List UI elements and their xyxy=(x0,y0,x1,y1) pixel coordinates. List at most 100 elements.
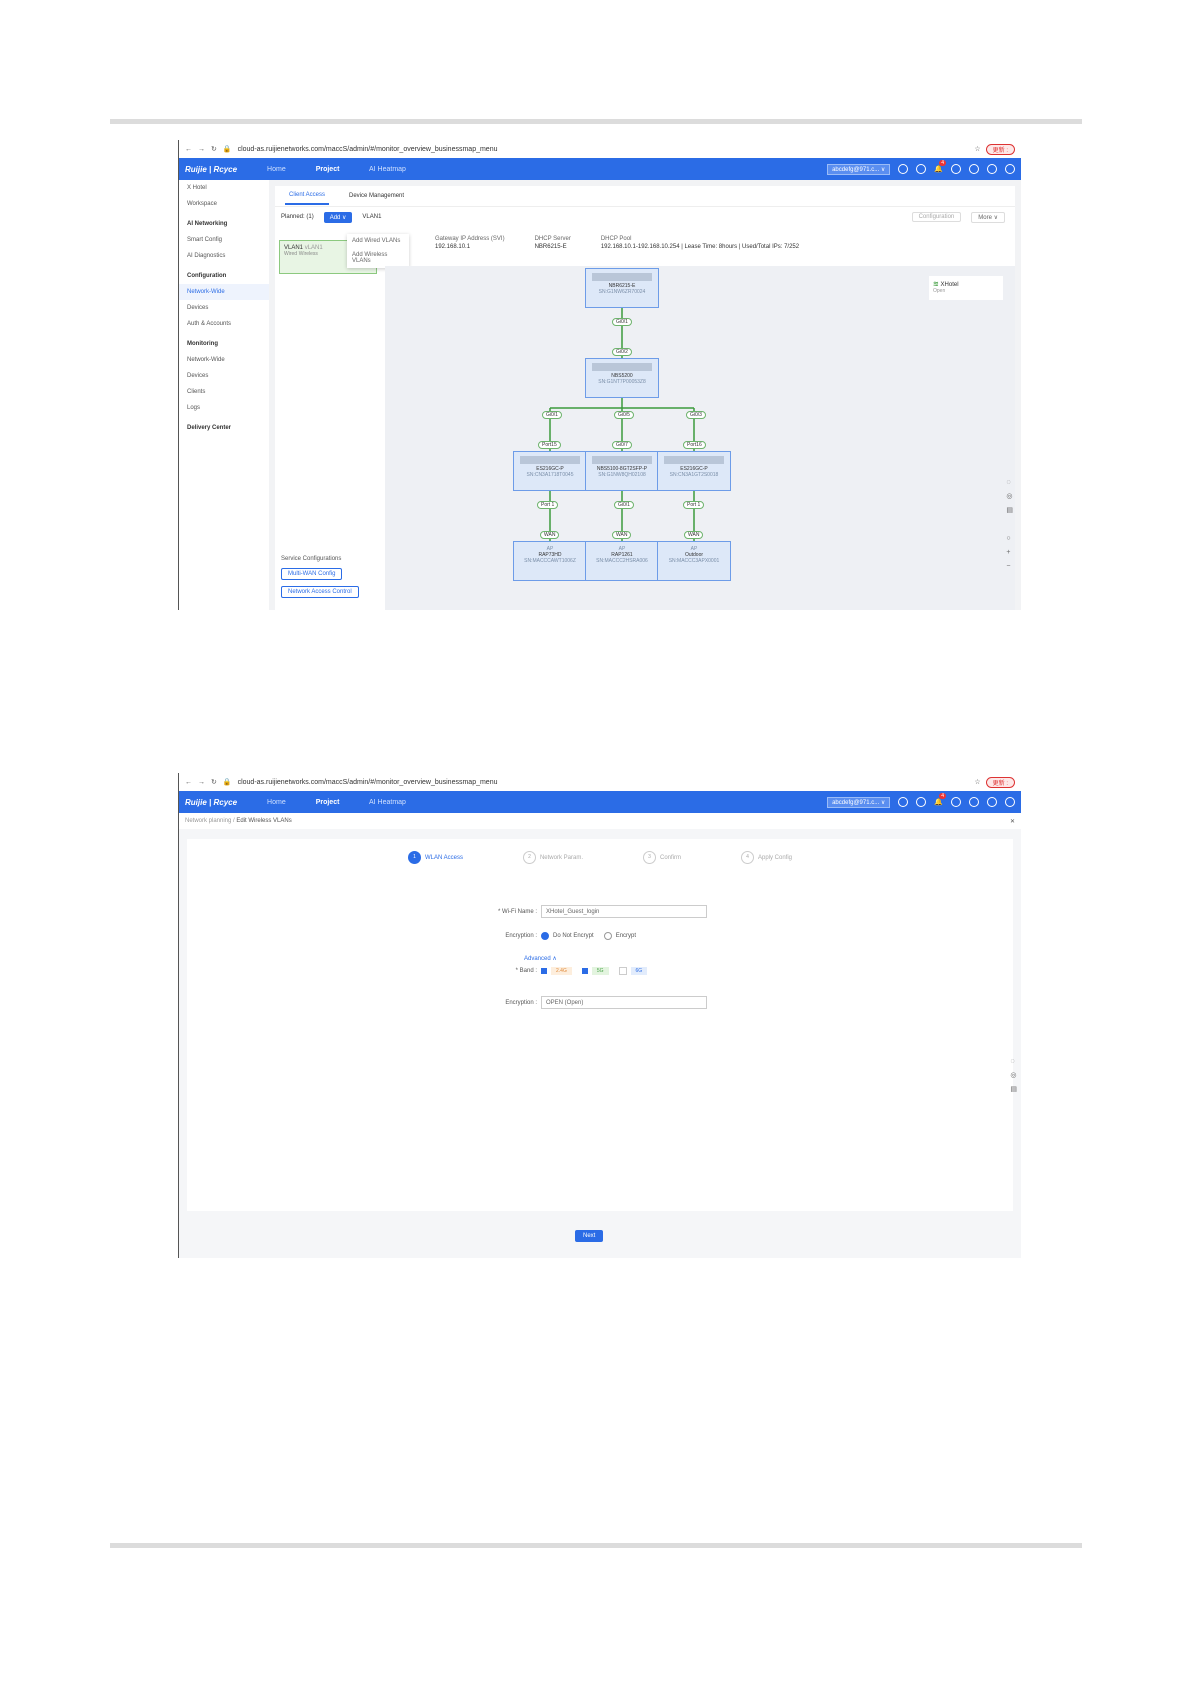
back-icon[interactable]: ← xyxy=(185,146,192,153)
port-label: Gi0/1 xyxy=(542,411,562,419)
multi-wan-button[interactable]: Multi-WAN Config xyxy=(281,568,343,580)
url-text[interactable]: cloud-as.ruijienetworks.com/maccS/admin/… xyxy=(238,779,969,786)
sidebar-item[interactable]: Logs xyxy=(179,400,269,416)
headset-icon[interactable]: ◎ xyxy=(1006,490,1013,504)
headset-icon[interactable]: ◎ xyxy=(1010,1069,1017,1083)
sidebar-item[interactable]: Devices xyxy=(179,300,269,316)
bottom-rule xyxy=(110,1543,1082,1548)
reset-icon[interactable]: ○ xyxy=(1006,532,1013,546)
chat-icon[interactable]: ◌ xyxy=(1006,476,1013,490)
sidebar: X Hotel Workspace AI Networking Smart Conf… xyxy=(179,180,269,610)
bell-icon[interactable]: 🔔 4 xyxy=(934,160,947,173)
help-icon[interactable] xyxy=(898,797,909,807)
address-bar[interactable]: ← → ↻ 🔒 cloud-as.ruijienetworks.com/macc… xyxy=(179,140,1021,158)
ssid-card[interactable]: ≋ XHotel Open xyxy=(929,276,1003,300)
sidebar-item[interactable]: Network-Wide xyxy=(179,352,269,368)
bell-icon[interactable]: 🔔 4 xyxy=(934,793,947,806)
band-6g-checkbox[interactable] xyxy=(618,967,627,975)
topology-node[interactable]: NBR6215-E SN:G1NW6ZR70024 xyxy=(585,268,659,308)
next-button[interactable]: Next xyxy=(575,1230,604,1242)
star-icon[interactable]: ☆ xyxy=(974,145,980,153)
sidebar-item[interactable]: AI Diagnostics xyxy=(179,248,269,264)
sidebar-item[interactable]: Delivery Center xyxy=(179,416,269,436)
nav-home[interactable]: Home xyxy=(267,799,286,806)
sidebar-item[interactable]: Network-Wide xyxy=(179,284,269,300)
menu-add-wired[interactable]: Add Wired VLANs xyxy=(347,234,409,248)
user-icon[interactable] xyxy=(1005,797,1015,807)
topology-node[interactable]: AP RAP1261 SN:MACCC2HSRA006 xyxy=(585,541,659,581)
band-24g-checkbox[interactable] xyxy=(541,968,547,974)
more-button[interactable]: More ∨ xyxy=(971,211,1005,223)
nav-ai-heatmap[interactable]: AI Heatmap xyxy=(369,799,406,806)
nac-button[interactable]: Network Access Control xyxy=(281,586,359,598)
address-bar[interactable]: ← → ↻ 🔒 cloud-as.ruijienetworks.com/macc… xyxy=(179,773,1021,791)
radio-do-not-encrypt[interactable] xyxy=(541,932,549,940)
wifi-name-input[interactable]: XHotel_Guest_login xyxy=(541,905,707,918)
encryption-select[interactable]: OPEN (Open) xyxy=(541,996,707,1009)
close-icon[interactable]: ✕ xyxy=(1010,818,1015,825)
advanced-toggle[interactable]: Advanced ∧ xyxy=(524,955,557,962)
reload-icon[interactable]: ↻ xyxy=(211,145,217,153)
port-label: Port15 xyxy=(538,441,561,449)
globe-icon[interactable] xyxy=(969,797,979,807)
doc-icon[interactable]: ▤ xyxy=(1006,504,1013,518)
update-pill[interactable]: 更新 : xyxy=(985,776,1015,788)
wifi-icon: ≋ xyxy=(933,281,939,288)
settings-icon[interactable] xyxy=(987,797,997,807)
settings-icon[interactable] xyxy=(987,164,997,174)
radio-encrypt[interactable] xyxy=(603,932,612,940)
configuration-button[interactable]: Configuration xyxy=(911,212,962,222)
update-pill[interactable]: 更新 : xyxy=(985,143,1015,155)
top-rule xyxy=(110,119,1082,124)
chat-icon[interactable]: ◌ xyxy=(1010,1055,1017,1069)
globe-icon[interactable] xyxy=(969,164,979,174)
forward-icon[interactable]: → xyxy=(198,146,205,153)
dhcp-pool-value: 192.168.10.1-192.168.10.254 | Lease Time… xyxy=(600,244,800,250)
topology-node[interactable]: AP RAP73HD SN:MACCCAWT1006Z xyxy=(513,541,587,581)
band-5g-checkbox[interactable] xyxy=(581,968,588,974)
search-icon[interactable] xyxy=(916,797,927,807)
sidebar-item[interactable]: Auth & Accounts xyxy=(179,316,269,332)
doc-icon[interactable]: ▤ xyxy=(1010,1083,1017,1097)
port-label: Gi0/7 xyxy=(612,441,632,449)
sidebar-item[interactable]: Clients xyxy=(179,384,269,400)
topology-node[interactable]: ES216GC-P SN:CN3A1GT2S0018 xyxy=(657,451,731,491)
zoom-out-icon[interactable]: − xyxy=(1006,560,1013,574)
menu-add-wireless[interactable]: Add Wireless VLANs xyxy=(347,248,409,268)
zoom-in-icon[interactable]: + xyxy=(1006,546,1013,560)
nav-ai-heatmap[interactable]: AI Heatmap xyxy=(369,166,406,173)
message-icon[interactable] xyxy=(951,797,961,807)
account-selector[interactable]: abcdefg@971.c... ∨ xyxy=(827,796,891,808)
port-label: Gi0/1 xyxy=(612,318,632,326)
search-icon[interactable] xyxy=(916,164,927,174)
nav-project[interactable]: Project xyxy=(316,799,340,806)
tab-client-access[interactable]: Client Access xyxy=(285,187,330,205)
topology-node[interactable]: AP Outdoor SN:MACCC3APX0001 xyxy=(657,541,731,581)
topology-node[interactable]: NBS5100-8GT2SFP-P SN:G1NW8QH02108 xyxy=(585,451,659,491)
topology-canvas[interactable]: ≋ XHotel Open ◌ ◎ ▤ ○ + − NBR6215-E SN:G1… xyxy=(385,266,1015,610)
topology-node[interactable]: ES216GC-P SN:CN3A1718T0045 xyxy=(513,451,587,491)
user-icon[interactable] xyxy=(1005,164,1015,174)
notification-badge: 4 xyxy=(939,793,947,799)
tab-device-management[interactable]: Device Management xyxy=(349,193,404,199)
port-label: Port 1 xyxy=(537,501,559,509)
forward-icon[interactable]: → xyxy=(198,779,205,786)
sidebar-item[interactable]: Smart Config xyxy=(179,232,269,248)
message-icon[interactable] xyxy=(951,164,961,174)
node-sn: SN:G1NW6ZR70024 xyxy=(598,289,646,295)
star-icon[interactable]: ☆ xyxy=(974,778,980,786)
nav-home[interactable]: Home xyxy=(267,166,286,173)
account-selector[interactable]: abcdefg@971.c... ∨ xyxy=(827,163,891,175)
device-icon xyxy=(592,363,652,371)
nav-project[interactable]: Project xyxy=(316,166,340,173)
sidebar-item[interactable]: Workspace xyxy=(179,196,269,212)
url-text[interactable]: cloud-as.ruijienetworks.com/maccS/admin/… xyxy=(238,146,969,153)
help-icon[interactable] xyxy=(898,164,909,174)
reload-icon[interactable]: ↻ xyxy=(211,778,217,786)
project-name[interactable]: X Hotel xyxy=(179,180,269,196)
sidebar-item[interactable]: Devices xyxy=(179,368,269,384)
back-icon[interactable]: ← xyxy=(185,779,192,786)
add-button[interactable]: Add ∨ xyxy=(323,211,353,223)
breadcrumb-planning[interactable]: Network planning xyxy=(185,818,231,824)
topology-node[interactable]: NBS5200 SN:G1NT7P00053Z8 xyxy=(585,358,659,398)
